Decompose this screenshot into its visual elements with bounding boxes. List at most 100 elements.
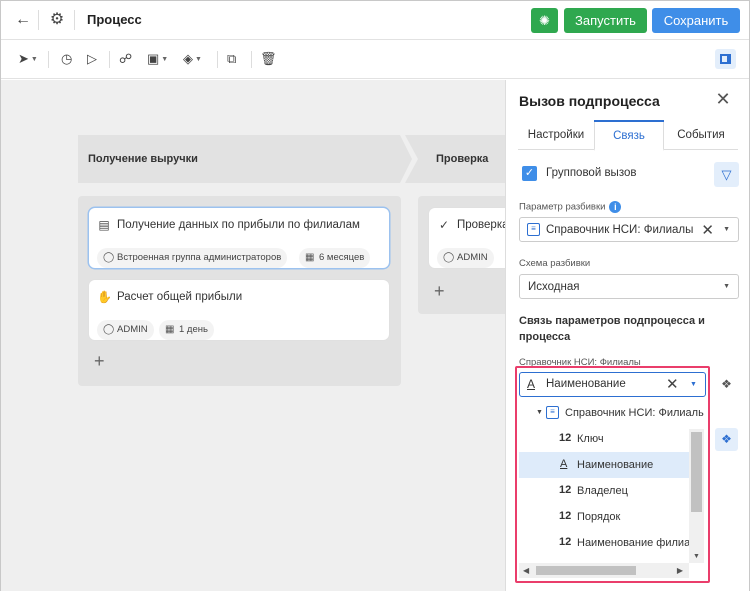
gear-icon[interactable]: ⚙ — [47, 10, 67, 30]
pin-icon: ❖ — [721, 432, 732, 446]
user-icon: ◯ — [103, 252, 115, 263]
process-canvas[interactable]: Получение выручки Проверка ▤ Получение д… — [1, 80, 509, 591]
tab-settings[interactable]: Настройки — [518, 120, 594, 150]
calendar-icon: ▦ — [165, 324, 175, 335]
number-type-icon: 12 — [559, 510, 572, 522]
side-panel-icon — [720, 54, 731, 64]
chevron-down-icon: ▼ — [161, 55, 169, 63]
chevron-down-icon[interactable]: ▼ — [723, 283, 730, 290]
user-icon: ◯ — [103, 324, 115, 335]
tree-item[interactable]: 12 Порядок — [519, 504, 689, 530]
split-scheme-select[interactable]: Исходная ▼ — [519, 274, 739, 299]
signal-button[interactable]: ✺ — [531, 8, 558, 33]
owner-chip: ◯ ADMIN — [437, 248, 494, 268]
horizontal-scrollbar[interactable]: ◀ ▶ — [519, 563, 689, 578]
signal-icon: ✺ — [539, 13, 550, 28]
pin-button[interactable]: ❖ — [715, 373, 738, 396]
tree-item-selected[interactable]: A Наименование — [519, 452, 689, 478]
tag-icon: ▷ — [87, 51, 97, 66]
owner-chip: ◯ ADMIN — [97, 320, 154, 340]
run-button[interactable]: Запустить — [564, 8, 647, 33]
tab-link[interactable]: Связь — [594, 120, 664, 151]
lane-title: Проверка — [436, 153, 489, 165]
add-task-button[interactable]: + — [434, 282, 445, 300]
delete-tool[interactable]: 🗑 — [260, 51, 277, 67]
add-task-button[interactable]: + — [94, 352, 105, 370]
calendar-icon: ▦ — [305, 252, 315, 263]
tag-tool[interactable]: ▷ — [87, 51, 97, 67]
diamond-icon: ◈ — [183, 51, 193, 66]
scroll-thumb[interactable] — [691, 432, 702, 512]
copy-tool[interactable]: ⧉ — [227, 51, 236, 67]
scroll-right-icon[interactable]: ▶ — [677, 566, 683, 575]
duration-label: 6 месяцев — [319, 252, 365, 263]
number-type-icon: 12 — [559, 536, 572, 548]
lane-notch — [405, 135, 418, 183]
divider — [217, 51, 218, 68]
delete-icon: 🗑 — [260, 51, 277, 66]
tree-item-label: Владелец — [577, 485, 628, 497]
directory-icon: ≡ — [546, 406, 559, 419]
chevron-down-icon[interactable]: ▼ — [723, 226, 730, 233]
pin-icon: ❖ — [721, 377, 732, 391]
side-panel-toggle[interactable] — [715, 49, 736, 69]
mapping-combobox[interactable]: A Наименование ✕ ▼ — [519, 372, 706, 397]
number-type-icon: 12 — [559, 484, 572, 496]
tree-root-label: Справочник НСИ: Филиалы — [565, 407, 704, 419]
split-param-select[interactable]: ≡ Справочник НСИ: Филиалы ✕ ▼ — [519, 217, 739, 242]
chevron-down-icon: ▼ — [30, 55, 38, 63]
tree-item-label: Наименование филиала — [577, 537, 703, 549]
divider — [251, 51, 252, 68]
scroll-thumb[interactable] — [536, 566, 636, 575]
lane-title: Получение выручки — [88, 153, 198, 165]
pointer-tool[interactable]: ➤ ▼ — [18, 51, 38, 67]
task-tool[interactable]: ▣ ▼ — [147, 51, 168, 67]
vertical-scrollbar[interactable]: ▼ — [689, 429, 704, 563]
tree-root[interactable]: ▼ ≡ Справочник НСИ: Филиалы — [519, 400, 704, 426]
number-type-icon: 12 — [559, 432, 572, 444]
task-card[interactable]: ✋ Расчет общей прибыли ◯ ADMIN ▦ 1 день — [89, 280, 389, 340]
pointer-icon: ➤ — [18, 51, 29, 66]
tree-item[interactable]: 12 Владелец — [519, 478, 689, 504]
diamond-tool[interactable]: ◈ ▼ — [183, 51, 202, 67]
task-card[interactable]: ✓ Проверка ◯ ADMIN — [429, 208, 509, 268]
close-icon[interactable]: ✕ — [714, 90, 732, 108]
tree-item[interactable]: 12 Ключ — [519, 426, 689, 452]
scroll-down-icon[interactable]: ▼ — [693, 553, 700, 560]
timer-event-tool[interactable]: ◷ — [61, 51, 72, 67]
task-title: Проверка — [457, 219, 509, 231]
clear-icon[interactable]: ✕ — [701, 221, 714, 239]
tree-item-label: Ключ — [577, 433, 604, 445]
arrow-left-icon[interactable]: ← — [13, 11, 33, 29]
pin-button-active[interactable]: ❖ — [715, 428, 738, 451]
task-title: Получение данных по прибыли по филиалам — [117, 219, 360, 231]
gateway-icon: ☍ — [119, 51, 133, 66]
mapping-value: Наименование — [546, 378, 626, 390]
field-tree[interactable]: ▼ ≡ Справочник НСИ: Филиалы 12 Ключ A На… — [519, 400, 704, 562]
group-call-label: Групповой вызов — [546, 167, 637, 179]
copy-icon: ⧉ — [227, 51, 237, 66]
duration-label: 1 день — [179, 324, 208, 335]
group-call-checkbox[interactable]: ✓ — [522, 166, 537, 181]
tree-item[interactable]: 12 Наименование филиала — [519, 530, 703, 556]
filter-button[interactable]: ▽ — [714, 162, 739, 187]
duration-chip: ▦ 6 месяцев — [299, 248, 371, 268]
task-card[interactable]: ▤ Получение данных по прибыли по филиала… — [89, 208, 389, 268]
hand-task-icon: ✋ — [97, 290, 112, 304]
info-icon[interactable]: i — [609, 201, 622, 213]
save-button[interactable]: Сохранить — [652, 8, 740, 33]
scroll-left-icon[interactable]: ◀ — [523, 566, 529, 575]
chevron-down-icon[interactable]: ▼ — [690, 381, 697, 388]
gateway-tool[interactable]: ☍ — [119, 51, 132, 67]
lane-header[interactable]: Получение выручки — [78, 135, 400, 183]
split-scheme-value: Исходная — [528, 281, 580, 293]
timer-event-icon: ◷ — [61, 51, 73, 66]
lane-header[interactable]: Проверка — [418, 135, 505, 183]
tab-events[interactable]: События — [664, 120, 738, 150]
filter-icon: ▽ — [721, 167, 732, 182]
chevron-down-icon[interactable]: ▼ — [536, 409, 543, 416]
split-param-label-text: Параметр разбивки — [519, 201, 606, 213]
task-title: Расчет общей прибыли — [117, 291, 243, 303]
clear-icon[interactable]: ✕ — [666, 375, 679, 393]
chevron-down-icon: ▼ — [195, 55, 202, 63]
